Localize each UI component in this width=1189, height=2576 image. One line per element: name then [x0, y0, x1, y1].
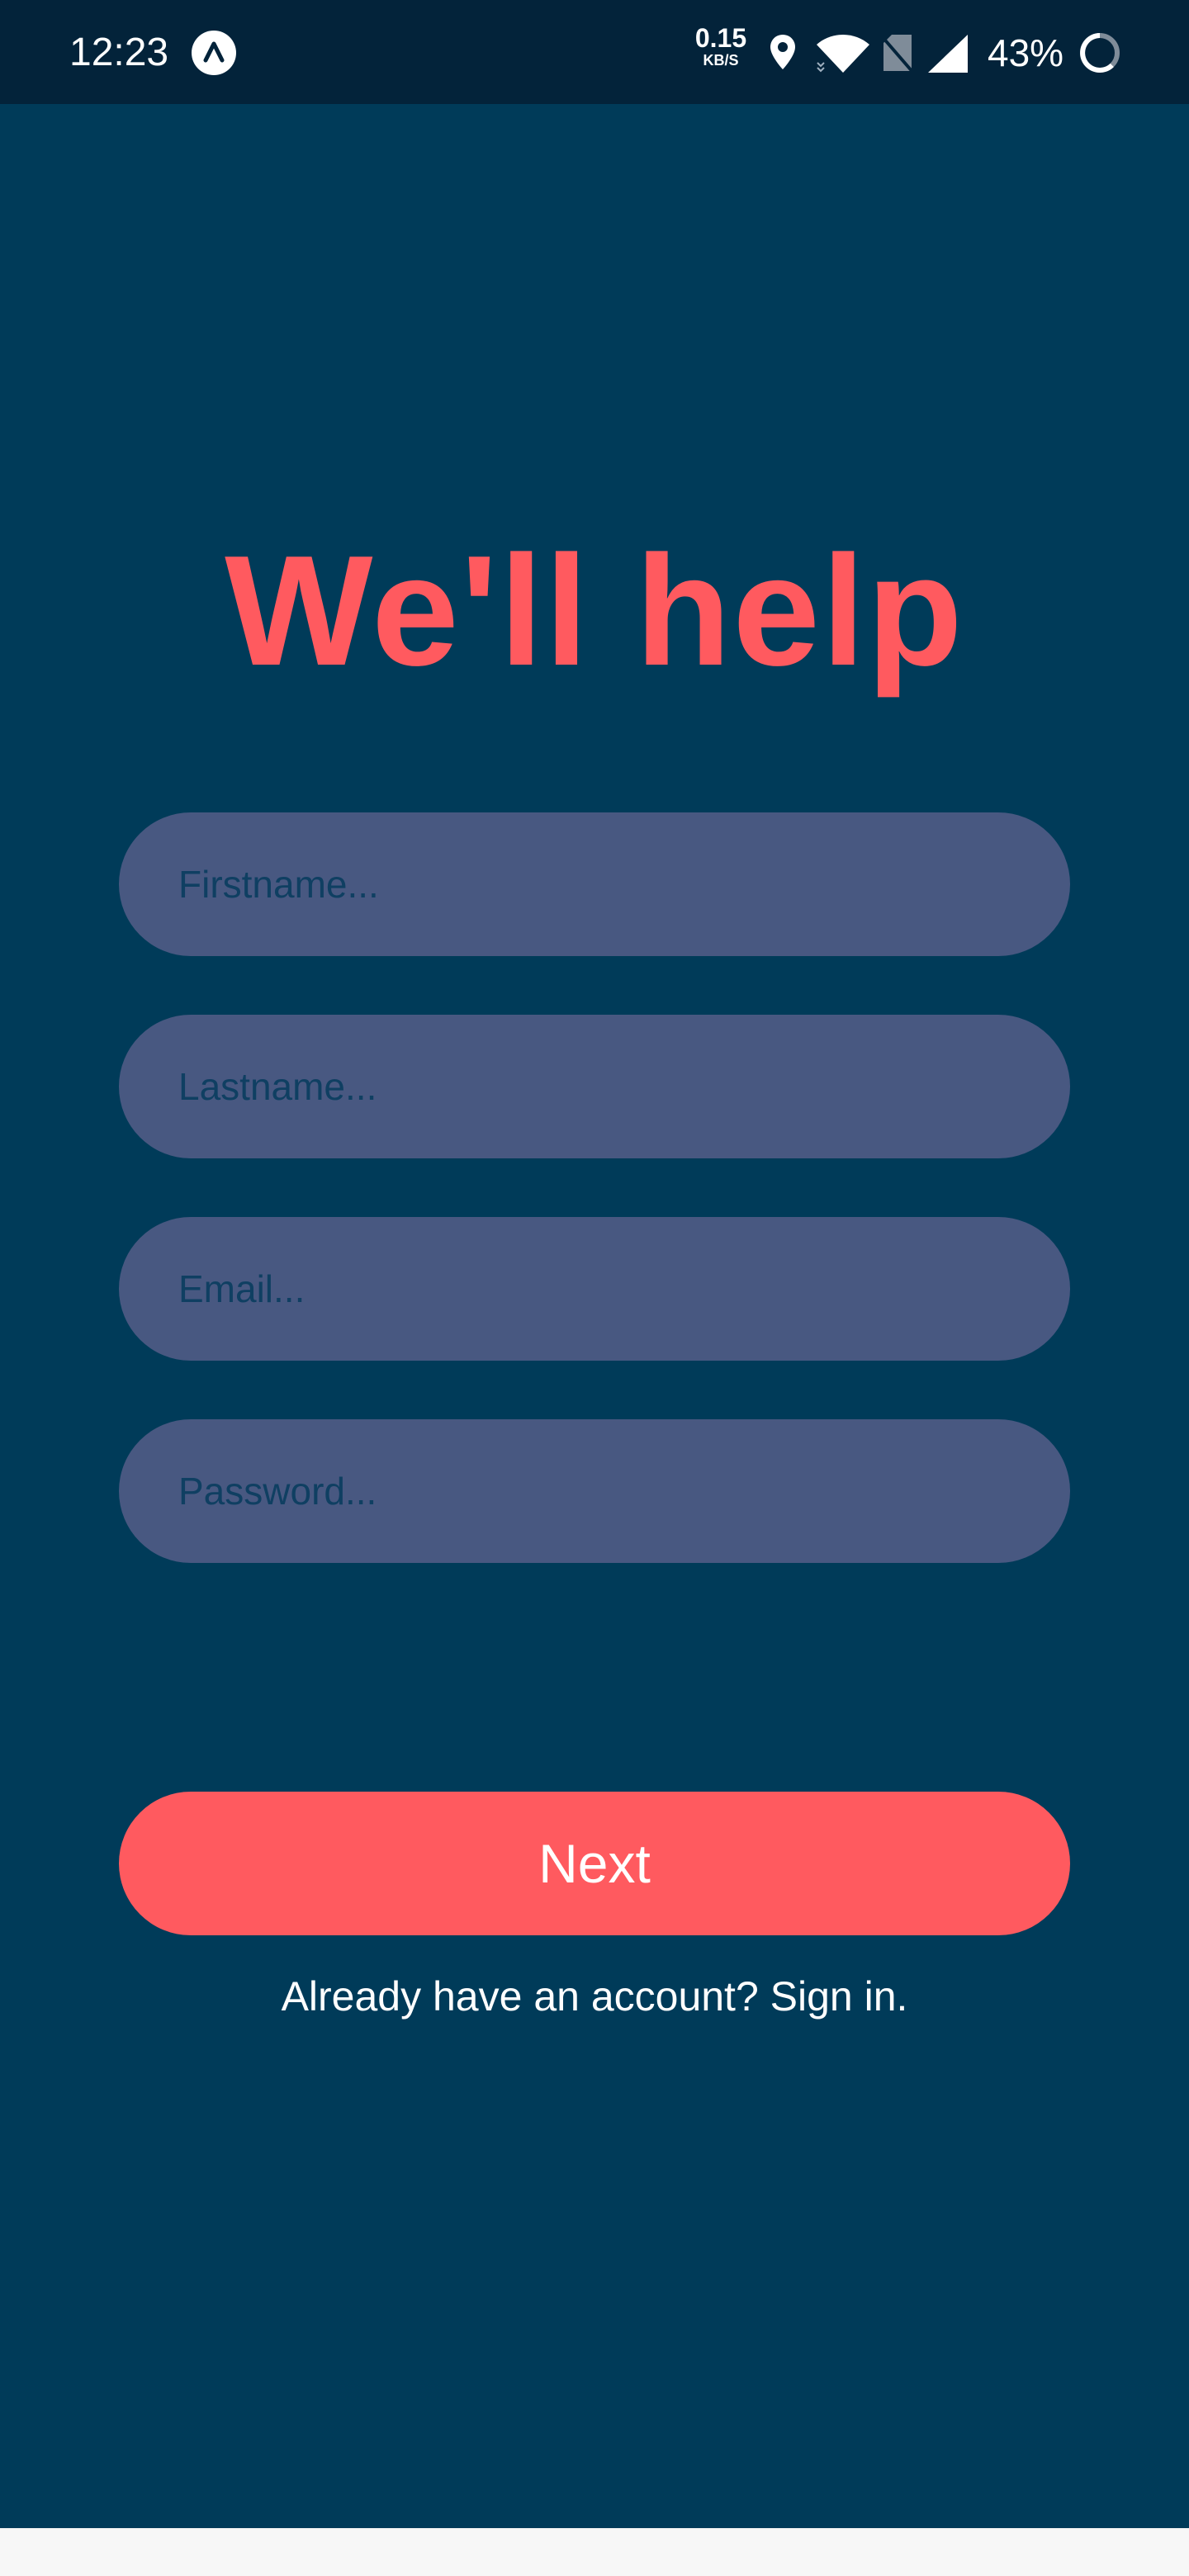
network-speed-unit: KB/S	[703, 52, 739, 69]
cell-signal-icon	[926, 33, 969, 78]
app-notification-icon	[192, 31, 236, 75]
email-field[interactable]	[119, 1217, 1070, 1361]
status-time: 12:23	[69, 31, 169, 74]
network-speed: 0.15 KB/S	[690, 25, 751, 68]
battery-icon	[1078, 31, 1121, 78]
lastname-input[interactable]	[178, 1015, 1011, 1158]
no-sim-icon	[880, 33, 915, 78]
lastname-field[interactable]	[119, 1015, 1070, 1158]
next-button[interactable]: Next	[119, 1792, 1070, 1935]
page-title: We'll help	[225, 523, 964, 698]
password-field[interactable]	[119, 1419, 1070, 1563]
password-input[interactable]	[178, 1419, 1011, 1563]
firstname-input[interactable]	[178, 812, 1011, 956]
status-bar: 12:23 0.15 KB/S 43%	[0, 0, 1189, 104]
wifi-icon	[816, 33, 870, 78]
navigation-bar	[0, 2528, 1189, 2576]
location-icon	[768, 33, 798, 77]
battery-percentage: 43%	[988, 31, 1064, 74]
network-speed-value: 0.15	[694, 23, 747, 53]
sign-in-link[interactable]: Already have an account? Sign in.	[0, 1970, 1189, 2023]
firstname-field[interactable]	[119, 812, 1070, 956]
email-input[interactable]	[178, 1217, 1011, 1361]
